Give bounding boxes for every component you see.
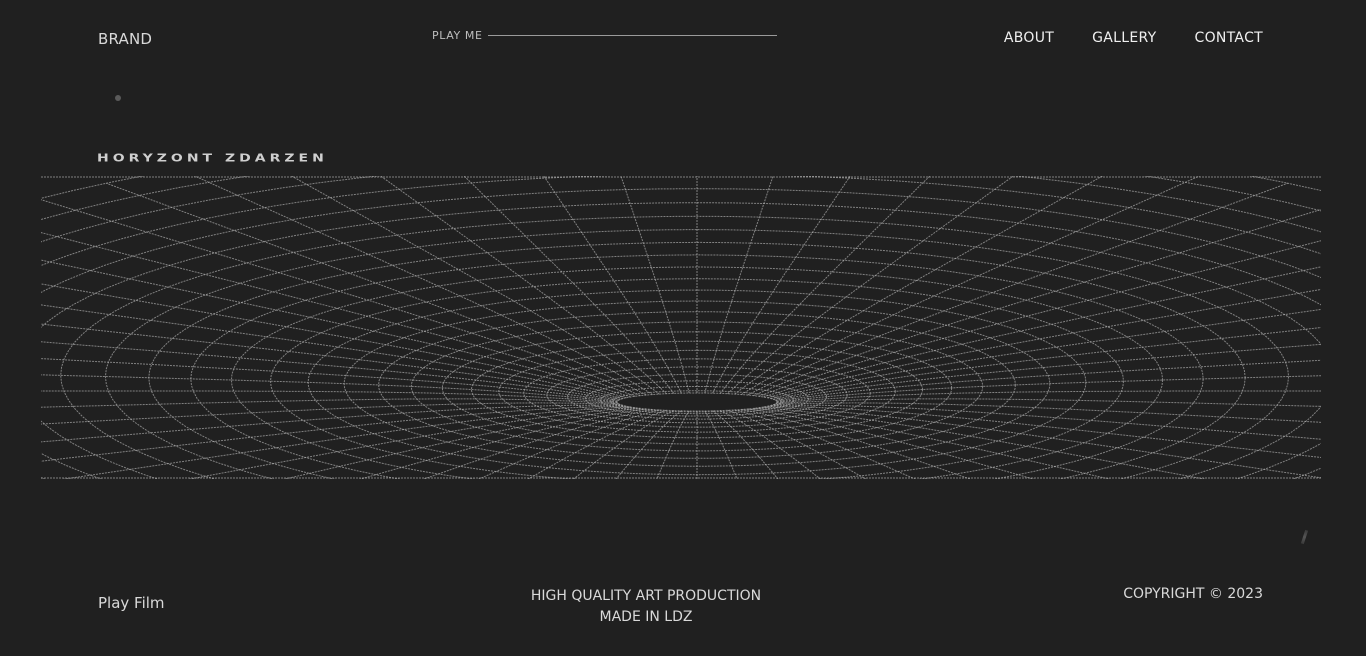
nav-gallery[interactable]: GALLERY [1092, 30, 1156, 46]
brand-logo[interactable]: BRAND [98, 30, 152, 48]
grid-spoke [41, 232, 636, 397]
grid-spoke [41, 341, 619, 401]
copyright: COPYRIGHT © 2023 [1123, 586, 1263, 602]
grid-spoke [41, 259, 631, 398]
nav-about[interactable]: ABOUT [1004, 30, 1054, 46]
cursor-dot [115, 95, 121, 101]
grid-spoke [704, 410, 738, 479]
grid-spoke [775, 398, 1321, 407]
grid-spoke [106, 182, 647, 396]
grid-spoke [656, 410, 690, 479]
grid-spoke [753, 208, 1321, 397]
grid-spoke [773, 402, 1321, 423]
grid-ring [41, 188, 1321, 479]
grid-spoke [712, 176, 851, 394]
grid-spoke [41, 199, 641, 397]
grid-spoke [775, 343, 1321, 401]
grid-ring [41, 176, 1321, 199]
grid-ring [41, 176, 1321, 479]
footer-tagline: HIGH QUALITY ART PRODUCTION MADE IN LDZ [483, 586, 809, 628]
grid-spoke [763, 266, 1321, 398]
grid-spoke [41, 390, 618, 404]
play-film-link[interactable]: Play Film [98, 594, 165, 612]
play-me-button[interactable]: PLAY ME [432, 29, 483, 42]
grid-spoke [193, 176, 653, 395]
main-nav: ABOUT GALLERY CONTACT [1004, 30, 1263, 46]
grid-ring [616, 392, 778, 412]
tagline-line-2: MADE IN LDZ [599, 609, 693, 625]
grid-spoke [753, 407, 1112, 479]
grid-spoke [776, 359, 1321, 402]
tagline-line-1: HIGH QUALITY ART PRODUCTION [530, 588, 762, 604]
audio-player[interactable]: PLAY ME [432, 29, 777, 42]
grid-spoke [776, 390, 1321, 404]
page: BRAND PLAY ME ABOUT GALLERY CONTACT HORY… [0, 0, 1366, 656]
wormhole-grid-graphic [41, 176, 1321, 479]
grid-spoke [543, 176, 682, 394]
grid-spoke [741, 176, 1201, 395]
audio-progress-line[interactable] [487, 35, 777, 36]
grid-ring [41, 202, 1321, 479]
grid-spoke [758, 240, 1321, 397]
grid-spoke [767, 288, 1321, 399]
grid-spoke [747, 182, 1288, 396]
grid-ring [60, 215, 1321, 479]
wormhole-grid-svg [41, 176, 1321, 479]
grid-ring [41, 176, 1321, 243]
decorative-mark [1300, 529, 1309, 545]
grid-ring [41, 176, 1321, 221]
nav-contact[interactable]: CONTACT [1195, 30, 1264, 46]
grid-spoke [770, 308, 1321, 400]
hero-title: HORYZONT ZDARZEN [97, 152, 328, 165]
